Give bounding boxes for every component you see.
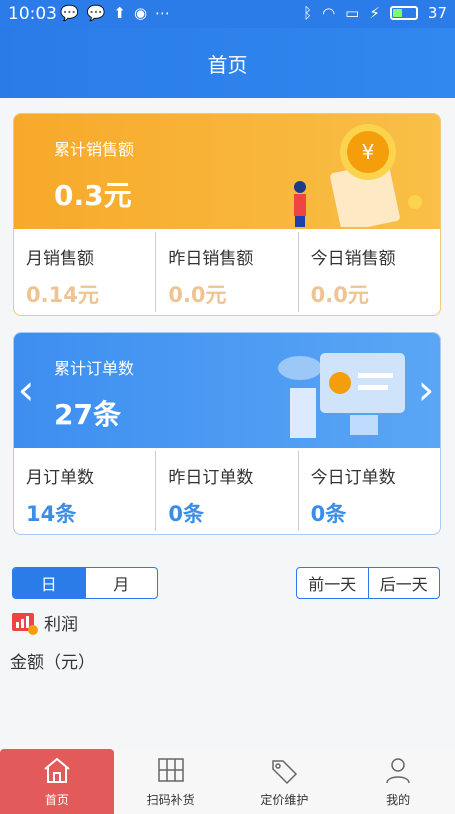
period-toggle: 日 月 bbox=[12, 567, 158, 599]
stat-today-sales: 今日销售额 0.0元 bbox=[297, 232, 440, 312]
orders-stats: 月订单数 14条 昨日订单数 0条 今日订单数 0条 bbox=[14, 451, 440, 531]
stat-label: 月销售额 bbox=[26, 249, 94, 269]
status-time: 10:03 bbox=[8, 4, 57, 24]
stat-label: 昨日销售额 bbox=[168, 249, 254, 269]
profit-header: 利润 bbox=[12, 610, 78, 635]
svg-text:¥: ¥ bbox=[362, 140, 375, 164]
day-navigation: 前一天 后一天 bbox=[296, 567, 440, 599]
total-orders-value: 27条 bbox=[54, 398, 121, 431]
scan-grid-icon bbox=[157, 758, 184, 782]
total-orders-label: 累计订单数 bbox=[54, 359, 135, 378]
next-day-button[interactable]: 后一天 bbox=[367, 568, 440, 598]
battery-icon bbox=[389, 6, 418, 20]
profit-chart-icon bbox=[12, 612, 38, 635]
orders-banner: 累计订单数 27条 bbox=[14, 333, 440, 448]
wifi-icon: ◠ bbox=[322, 4, 336, 22]
stat-monthly-sales: 月销售额 0.14元 bbox=[14, 232, 155, 312]
stat-label: 月订单数 bbox=[26, 468, 94, 488]
sales-illustration: ¥ bbox=[294, 124, 422, 227]
tab-label: 我的 bbox=[386, 793, 411, 807]
period-month-button[interactable]: 月 bbox=[84, 568, 158, 598]
page-title: 首页 bbox=[207, 52, 248, 77]
tab-label: 扫码补货 bbox=[146, 793, 195, 807]
total-sales-label: 累计销售额 bbox=[54, 140, 135, 159]
stat-monthly-orders: 月订单数 14条 bbox=[14, 451, 155, 531]
sales-stats: 月销售额 0.14元 昨日销售额 0.0元 今日销售额 0.0元 bbox=[14, 232, 440, 312]
screen-icon: ▭ bbox=[345, 4, 360, 22]
stat-yesterday-sales: 昨日销售额 0.0元 bbox=[155, 232, 297, 312]
orders-illustration bbox=[278, 353, 405, 438]
stat-yesterday-orders: 昨日订单数 0条 bbox=[155, 451, 297, 531]
tab-mine[interactable]: 我的 bbox=[341, 749, 455, 814]
stat-value: 0.0元 bbox=[310, 283, 369, 307]
battery-level: 37 bbox=[427, 4, 447, 22]
total-sales-value: 0.3元 bbox=[54, 179, 132, 212]
amount-axis-label: 金额（元） bbox=[10, 653, 95, 673]
period-day-button[interactable]: 日 bbox=[13, 568, 85, 598]
stat-value: 0.0元 bbox=[168, 283, 227, 307]
stat-today-orders: 今日订单数 0条 bbox=[297, 451, 440, 531]
notification-icons: 💬 💬 ⬆ ◉ ⋯ bbox=[60, 4, 170, 22]
prev-day-button[interactable]: 前一天 bbox=[297, 568, 368, 598]
carousel-next-icon[interactable]: › bbox=[414, 369, 438, 411]
tab-scan-restock[interactable]: 扫码补货 bbox=[114, 749, 228, 814]
sales-card[interactable]: 累计销售额 0.3元 ¥ 月销售额 0.14元 昨日销售额 0.0元 今日销售额… bbox=[13, 113, 441, 316]
orders-card[interactable]: 累计订单数 27条 月订单数 14条 昨日订单数 0条 今日订单数 0条 bbox=[13, 332, 441, 535]
app-icon: ◉ bbox=[133, 4, 148, 22]
stat-value: 0.14元 bbox=[26, 283, 99, 307]
bottom-tab-bar: 首页 扫码补货 定价维护 我的 bbox=[0, 749, 455, 814]
price-tag-icon bbox=[272, 760, 298, 785]
tab-home[interactable]: 首页 bbox=[0, 749, 114, 814]
stat-label: 今日订单数 bbox=[310, 468, 396, 488]
profit-label: 利润 bbox=[44, 615, 78, 635]
upload-icon: ⬆ bbox=[113, 4, 126, 22]
stat-label: 昨日订单数 bbox=[168, 468, 254, 488]
carousel-prev-icon[interactable]: ‹ bbox=[14, 369, 38, 411]
stat-value: 0条 bbox=[310, 502, 347, 526]
stat-label: 今日销售额 bbox=[310, 249, 396, 269]
tab-label: 定价维护 bbox=[260, 793, 309, 807]
home-icon bbox=[44, 757, 70, 783]
message-icon: 💬 bbox=[86, 4, 106, 22]
status-bar: 10:03 💬 💬 ⬆ ◉ ⋯ ᛒ ◠ ▭ ⚡ 37 bbox=[0, 0, 455, 28]
chat-icon: 💬 bbox=[60, 4, 79, 22]
tab-label: 首页 bbox=[44, 793, 69, 807]
stat-value: 0条 bbox=[168, 502, 204, 526]
charging-icon: ⚡ bbox=[369, 4, 380, 22]
user-icon bbox=[386, 758, 410, 784]
more-icon: ⋯ bbox=[155, 4, 171, 22]
stat-value: 14条 bbox=[26, 502, 77, 526]
bluetooth-icon: ᛒ bbox=[303, 4, 313, 22]
sales-banner: 累计销售额 0.3元 ¥ bbox=[14, 114, 440, 229]
page-header: 首页 bbox=[0, 28, 455, 98]
status-right: ᛒ ◠ ▭ ⚡ 37 bbox=[303, 4, 447, 22]
tab-pricing[interactable]: 定价维护 bbox=[228, 749, 342, 814]
